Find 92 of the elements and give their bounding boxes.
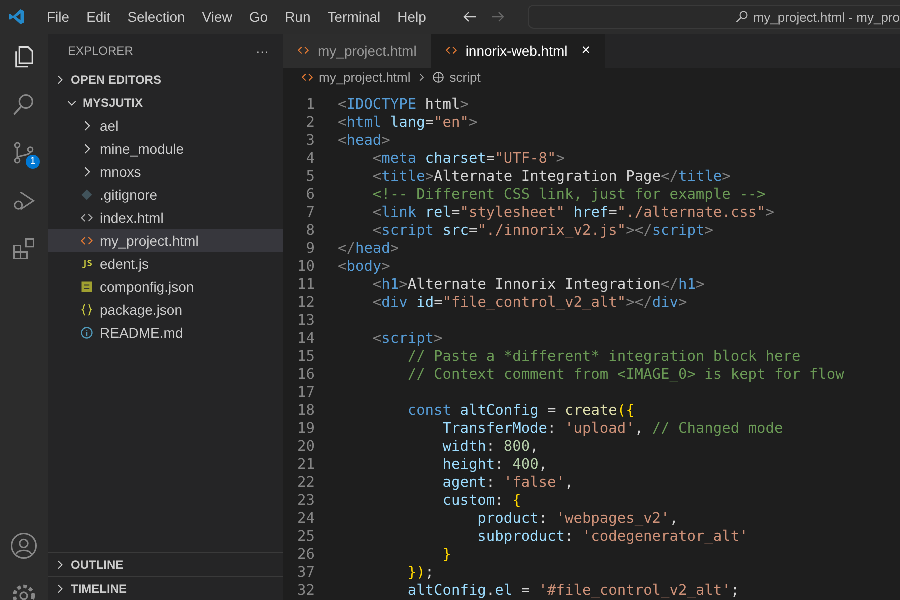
- line-number: 17: [296, 384, 315, 402]
- tree-item[interactable]: README.md: [48, 321, 283, 344]
- line-number: 25: [296, 528, 315, 546]
- tree-item[interactable]: mine_module: [48, 137, 283, 160]
- line-number: 37: [296, 564, 315, 582]
- line-number: 26: [296, 546, 315, 564]
- line-number: 11: [296, 276, 315, 294]
- editor-tab[interactable]: my_project.html: [283, 34, 431, 68]
- code-line: <link rel="stylesheet" href="./alternate.css">: [372, 204, 775, 222]
- code-line: </head>: [338, 240, 400, 258]
- line-number: 14: [296, 330, 315, 348]
- tree-item[interactable]: mnoxs: [48, 160, 283, 183]
- line-number: 22: [296, 474, 315, 492]
- code-line: subproduct: 'codegenerator_alt': [476, 528, 748, 546]
- line-number: 4: [305, 150, 315, 168]
- menu-item[interactable]: Run: [278, 9, 321, 25]
- account-icon[interactable]: [10, 532, 38, 560]
- code-line: altConfig.el = '#file_control_v2_alt';: [406, 582, 740, 600]
- tree-item[interactable]: my_project.html: [48, 229, 283, 252]
- code-line: agent: 'false',: [442, 474, 574, 492]
- code-line: <script>: [372, 330, 443, 348]
- section-header[interactable]: OUTLINE: [48, 552, 283, 576]
- menu-item[interactable]: File: [40, 9, 80, 25]
- more-actions-button[interactable]: ···: [256, 44, 269, 58]
- section-header[interactable]: TIMELINE: [48, 576, 283, 600]
- braces-icon: [80, 302, 94, 316]
- tree-item[interactable]: package.json: [48, 298, 283, 321]
- menu-item[interactable]: Terminal: [320, 9, 391, 25]
- code-line: <h1>Alternate Innorix Integration</h1>: [372, 276, 705, 294]
- line-number: 32: [296, 582, 315, 600]
- line-number: 3: [305, 132, 315, 150]
- line-number: 21: [296, 456, 315, 474]
- code-line: <meta charset="UTF-8">: [372, 150, 565, 168]
- menu-item[interactable]: Go: [242, 9, 278, 25]
- info-icon: [80, 326, 94, 340]
- section-header[interactable]: OPEN EDITORS: [48, 68, 283, 91]
- tree-item[interactable]: componfig.json: [48, 275, 283, 298]
- menu-item[interactable]: Help: [390, 9, 436, 25]
- code-line: <html lang="en">: [338, 114, 478, 132]
- line-number: 6: [305, 186, 315, 204]
- tree-item[interactable]: .gitignore: [48, 183, 283, 206]
- code-line: <div id="file_control_v2_alt"></div>: [372, 294, 688, 312]
- code-line: <script src="./innorix_v2.js"></script>: [372, 222, 714, 240]
- line-number: 12: [296, 294, 315, 312]
- line-number: 24: [296, 510, 315, 528]
- code-line: }: [442, 546, 452, 564]
- code-line: <IDOCTYPE html>: [338, 96, 469, 114]
- notification-badge: 1: [26, 155, 40, 169]
- tree-item[interactable]: edent.js: [48, 252, 283, 275]
- tree-item[interactable]: index.html: [48, 206, 283, 229]
- extensions-icon[interactable]: [11, 236, 37, 262]
- line-number: 20: [296, 438, 315, 456]
- line-number: 16: [296, 366, 315, 384]
- code-line: custom: {: [442, 492, 522, 510]
- code-line: const altConfig = create({: [406, 402, 635, 420]
- line-number: 19: [296, 420, 315, 438]
- code-line: <!-- Different CSS link, just for example -->: [372, 186, 766, 204]
- breadcrumb[interactable]: script: [450, 70, 481, 86]
- breadcrumb[interactable]: my_project.html: [319, 70, 411, 86]
- line-number: 5: [305, 168, 315, 186]
- code-line: product: 'webpages_v2',: [476, 510, 678, 528]
- line-number: 2: [305, 114, 315, 132]
- code-line: // Context comment from <IMAGE_0> is kept for flow: [406, 366, 844, 384]
- menu-item[interactable]: View: [195, 9, 242, 25]
- section-header[interactable]: MYSJUTIX: [48, 91, 283, 114]
- menu-item[interactable]: Edit: [80, 9, 121, 25]
- code-line: TransferMode: 'upload', // Changed mode: [442, 420, 784, 438]
- line-number: 7: [305, 204, 315, 222]
- code-line: height: 400,: [442, 456, 548, 474]
- diamond-icon: [80, 188, 94, 202]
- line-number: 13: [296, 312, 315, 330]
- sidebar-title: EXPLORER: [68, 44, 134, 58]
- tree-item[interactable]: ael: [48, 114, 283, 137]
- line-number: 10: [296, 258, 315, 276]
- app-logo-icon: [8, 8, 26, 26]
- code-line: <body>: [338, 258, 390, 276]
- line-number: 9: [305, 240, 315, 258]
- line-number: 23: [296, 492, 315, 510]
- code-line: });: [406, 564, 434, 582]
- search-icon: [735, 10, 750, 24]
- editor-tab[interactable]: innorix-web.html ×: [430, 34, 605, 68]
- config-file-icon: [80, 280, 94, 294]
- command-center[interactable]: my_project.html - my_pro: [528, 5, 900, 29]
- line-number: 1: [305, 96, 315, 114]
- line-number: 8: [305, 222, 315, 240]
- code-line: <head>: [338, 132, 390, 150]
- line-number: 15: [296, 348, 315, 366]
- menu-item[interactable]: Selection: [120, 9, 196, 25]
- code-line: <title>Alternate Integration Page</title>: [372, 168, 731, 186]
- code-line: // Paste a *different* integration block here: [406, 348, 801, 366]
- line-number: 18: [296, 402, 315, 420]
- code-line: width: 800,: [442, 438, 539, 456]
